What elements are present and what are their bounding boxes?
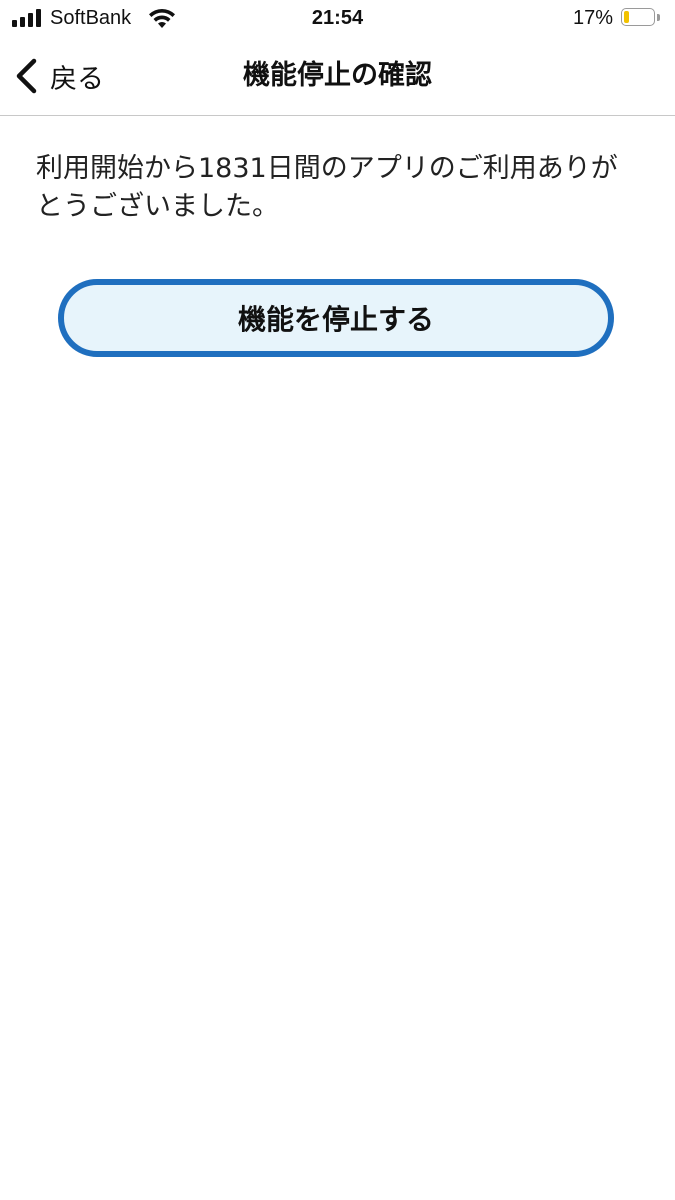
status-bar: SoftBank 21:54 17% bbox=[0, 0, 675, 40]
screen: SoftBank 21:54 17% 戻る 機能停止の確認 利用開始から1831… bbox=[0, 0, 675, 1200]
battery-icon bbox=[621, 8, 661, 28]
battery-percent: 17% bbox=[572, 7, 613, 29]
stop-function-button[interactable]: 機能を停止する bbox=[58, 279, 614, 357]
navigation-bar: 戻る 機能停止の確認 bbox=[0, 40, 675, 116]
battery-level bbox=[624, 11, 629, 23]
page-title: 機能停止の確認 bbox=[243, 60, 432, 91]
thank-you-message: 利用開始から1831日間のアプリのご利用ありがとうございました。 bbox=[36, 153, 618, 222]
